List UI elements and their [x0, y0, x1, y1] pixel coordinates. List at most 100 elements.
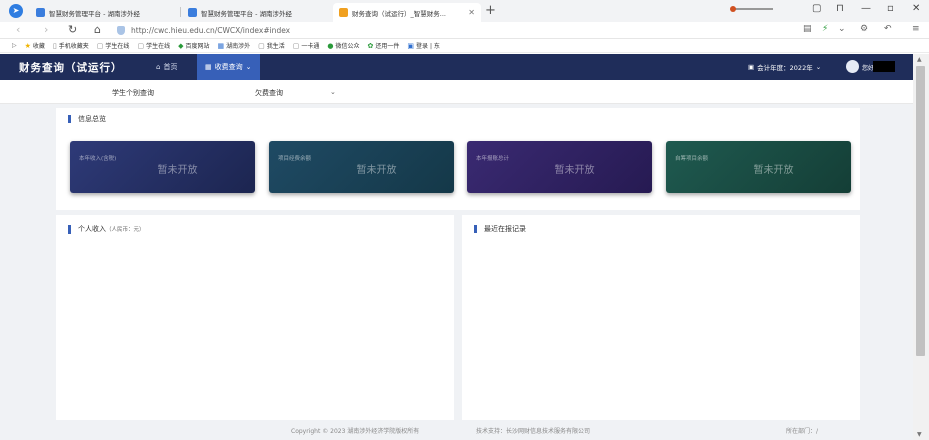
- browser-tab-2[interactable]: 智慧财务管理平台 - 湖南涉外经: [182, 3, 330, 22]
- bookmark-item[interactable]: ▢ 学生在线: [137, 41, 171, 51]
- undo-icon[interactable]: ↶: [884, 24, 892, 34]
- bookmark-item[interactable]: ▦ 湖南涉外: [217, 41, 251, 51]
- panel-title: 最近在报记录: [474, 225, 526, 233]
- submenu-student-query[interactable]: 学生个别查询: [112, 88, 154, 98]
- bookmark-label: 一卡通: [301, 43, 320, 50]
- page-icon: ▢: [137, 41, 145, 50]
- menu-item-fee-query[interactable]: ▦ 收费查询 ⌄: [197, 54, 260, 80]
- reload-icon[interactable]: ↻: [68, 23, 77, 36]
- tab-close-icon[interactable]: ✕: [468, 8, 475, 17]
- menu-icon[interactable]: ≡: [912, 24, 920, 34]
- tab-favicon-icon: [36, 8, 45, 17]
- address-bar[interactable]: http://cwc.hieu.edu.cn/CWCX/index#index: [117, 24, 857, 37]
- tab-favicon-icon: [339, 8, 348, 17]
- bookmark-label: 还用一件: [375, 43, 400, 50]
- main-content: 信息总览 本年收入(含税) 暂未开放 项目经费余额 暂未开放 本年报账总计 暂未…: [0, 104, 913, 428]
- chevron-down-icon: ⌄: [245, 63, 252, 71]
- lightning-icon[interactable]: ⚡: [822, 24, 828, 34]
- tab-title: 智慧财务管理平台 - 湖南涉外经: [201, 9, 292, 18]
- bookmark-label: 学生在线: [105, 43, 130, 50]
- bookmark-item[interactable]: ▢ 一卡通: [292, 41, 320, 51]
- fiscal-year-label: 会计年度：2022年: [757, 64, 813, 72]
- dropdown-icon[interactable]: ⌄: [838, 24, 846, 34]
- app-header: 财务查询（试运行） ⌂ 首页 ▦ 收费查询 ⌄ ▣ 会计年度：2022年 ⌄ 您…: [0, 54, 913, 80]
- browser-tab-1[interactable]: 智慧财务管理平台 - 湖南涉外经: [30, 3, 178, 22]
- bookmark-item[interactable]: ✿ 还用一件: [368, 41, 400, 51]
- settings-icon[interactable]: ⚙: [860, 24, 868, 34]
- panel-title: 信息总览: [68, 115, 106, 123]
- bookmark-item[interactable]: ▣ 登录 | 东: [407, 41, 440, 51]
- browser-tab-bar: ➤ 智慧财务管理平台 - 湖南涉外经 智慧财务管理平台 - 湖南涉外经 财务查询…: [0, 0, 929, 22]
- scroll-up-icon[interactable]: ▲: [917, 56, 922, 63]
- chevron-down-icon[interactable]: ⌄: [330, 88, 336, 96]
- security-shield-icon: [117, 26, 125, 35]
- home-icon: ⌂: [156, 63, 161, 71]
- scroll-down-icon[interactable]: ▼: [917, 431, 922, 438]
- sub-menu: 学生个别查询 欠费查询 ⌄: [0, 80, 913, 104]
- bookmark-label: 登录 | 东: [416, 43, 440, 50]
- fiscal-year-select[interactable]: ▣ 会计年度：2022年 ⌄: [748, 62, 821, 72]
- chevron-down-icon: ⌄: [815, 63, 822, 71]
- stat-card-self-funded-balance[interactable]: 自筹项目余额 暂未开放: [666, 141, 851, 193]
- bookmark-item[interactable]: ★ 收藏: [25, 41, 45, 51]
- menu-label: 首页: [163, 63, 178, 71]
- bookmark-item[interactable]: ◆ 百度网站: [178, 41, 210, 51]
- bookmark-toggle-icon[interactable]: ▷: [12, 42, 17, 49]
- browser-tab-3-active[interactable]: 财务查询（试运行）_智慧财务... ✕: [333, 3, 481, 22]
- new-tab-button[interactable]: +: [485, 3, 496, 18]
- image-icon: ▦: [217, 41, 225, 50]
- stat-card-value: 暂未开放: [554, 165, 595, 176]
- browser-nav-bar: ‹ › ↻ ⌂ http://cwc.hieu.edu.cn/CWCX/inde…: [0, 22, 929, 39]
- bookmark-item[interactable]: ▯ 手机收藏夹: [52, 41, 89, 51]
- footer-copyright: Copyright © 2023 湖南涉外经济学院版权所有: [291, 428, 420, 435]
- stat-card-project-balance[interactable]: 项目经费余额 暂未开放: [269, 141, 454, 193]
- reader-icon[interactable]: ▤: [803, 24, 812, 34]
- bookmark-label: 学生在线: [146, 43, 171, 50]
- media-indicator[interactable]: [730, 6, 773, 12]
- login-icon: ▣: [407, 41, 415, 50]
- bookmark-label: 手机收藏夹: [58, 43, 89, 50]
- sidebar-toggle-icon[interactable]: ▢: [812, 3, 821, 14]
- home-icon[interactable]: ⌂: [94, 23, 101, 36]
- maximize-icon[interactable]: ▫: [887, 3, 894, 14]
- back-icon[interactable]: ‹: [16, 23, 20, 36]
- footer-support: 技术支持：长沙网财信息技术服务有限公司: [476, 428, 591, 435]
- bookmark-item[interactable]: ▢ 我生活: [258, 41, 285, 51]
- shield-icon: ◆: [178, 41, 184, 50]
- calendar-icon: ▣: [748, 63, 755, 71]
- tab-title: 智慧财务管理平台 - 湖南涉外经: [49, 9, 140, 18]
- stat-card-annual-income[interactable]: 本年收入(含税) 暂未开放: [70, 141, 255, 193]
- bookmarks-bar: ▷ ★ 收藏 ▯ 手机收藏夹 ▢ 学生在线 ▢ 学生在线 ◆ 百度网站 ▦ 湖南涉外 ▢ 我生…: [0, 39, 929, 53]
- bookmark-label: 收藏: [32, 43, 45, 50]
- submenu-arrears-query[interactable]: 欠费查询: [255, 88, 283, 98]
- menu-label: 收费查询: [214, 63, 243, 71]
- page-icon: ▢: [292, 41, 300, 50]
- browser-logo-icon[interactable]: ➤: [9, 4, 23, 18]
- personal-income-panel: 个人收入（人民币：元）: [56, 215, 454, 420]
- panel-title: 个人收入（人民币：元）: [68, 225, 145, 234]
- page-scrollbar[interactable]: ▲ ▼: [913, 54, 929, 440]
- minimize-icon[interactable]: —: [861, 3, 871, 14]
- scrollbar-thumb[interactable]: [916, 66, 925, 356]
- bookmark-label: 微信公众: [335, 43, 360, 50]
- bookmark-label: 百度网站: [185, 43, 210, 50]
- recent-records-panel: 最近在报记录: [462, 215, 860, 420]
- bookmark-label: 湖南涉外: [226, 43, 251, 50]
- menu-item-home[interactable]: ⌂ 首页: [148, 54, 185, 80]
- bookmark-item[interactable]: ▢ 学生在线: [97, 41, 130, 51]
- stat-card-value: 暂未开放: [157, 165, 198, 176]
- app-title: 财务查询（试运行）: [19, 62, 123, 74]
- bookmark-item[interactable]: ● 微信公众: [327, 41, 360, 51]
- stat-card-reimbursement-total[interactable]: 本年报账总计 暂未开放: [467, 141, 652, 193]
- avatar[interactable]: [846, 60, 859, 73]
- phone-icon: ▯: [52, 41, 57, 50]
- shirt-icon[interactable]: ⊓: [836, 3, 844, 14]
- grid-icon: ▦: [205, 63, 212, 71]
- forward-icon[interactable]: ›: [44, 23, 48, 36]
- info-overview-panel: 信息总览 本年收入(含税) 暂未开放 项目经费余额 暂未开放 本年报账总计 暂未…: [56, 108, 860, 210]
- wechat-icon: ●: [327, 41, 334, 50]
- stat-card-value: 暂未开放: [753, 165, 794, 176]
- url-text[interactable]: http://cwc.hieu.edu.cn/CWCX/index#index: [131, 26, 290, 35]
- close-window-icon[interactable]: ✕: [912, 3, 920, 14]
- bookmark-label: 我生活: [266, 43, 285, 50]
